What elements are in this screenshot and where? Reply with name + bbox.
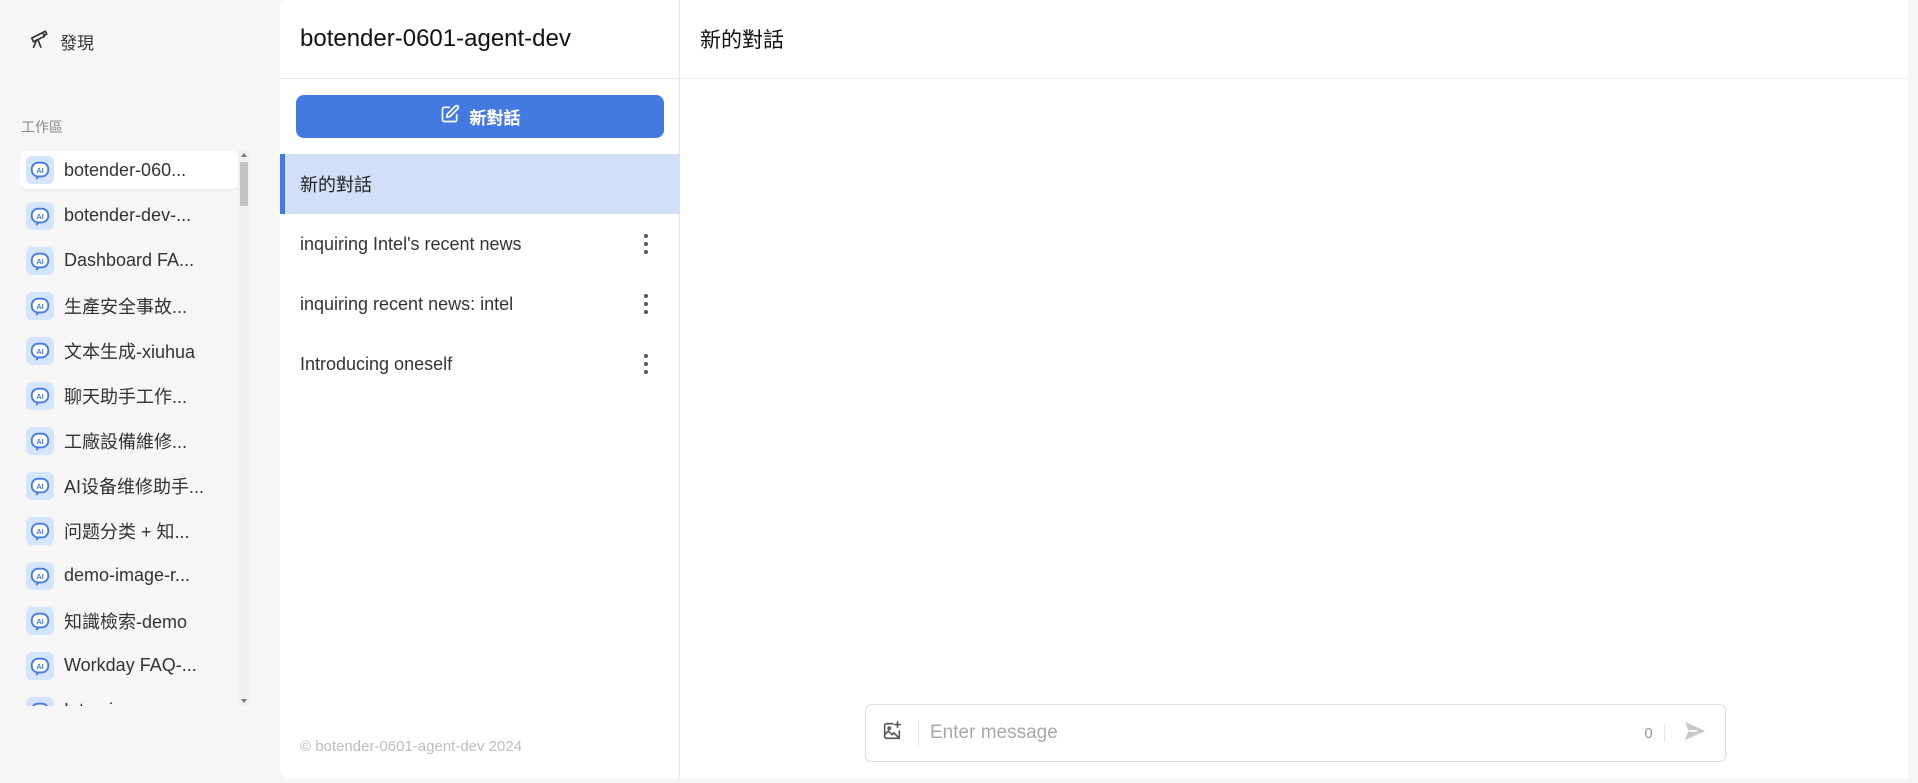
app-item[interactable]: AI Intervi... [20,688,238,706]
app-list: AI botender-060... AI botender-dev-... AI Das… [20,148,238,706]
ai-bot-icon: AI [26,696,54,706]
discover-label: 發現 [60,34,94,53]
conversation-title: inquiring recent news: intel [300,293,514,314]
conversation-list: 新的對話 inquiring Intel's recent news inquiri… [280,154,680,394]
app-item[interactable]: AI 文本生成-xiuhua [20,328,238,373]
send-button[interactable] [1665,718,1725,749]
app-name: 文本生成-xiuhua [64,341,196,362]
app-name: demo-image-r... [64,565,191,585]
svg-text:AI: AI [36,617,43,626]
ai-bot-icon: AI [26,336,54,365]
app-item[interactable]: AI AI设备维修助手... [20,463,238,508]
ai-bot-icon: AI [26,291,54,320]
edit-icon [440,104,460,129]
svg-text:AI: AI [36,257,43,266]
ai-bot-icon: AI [26,426,54,455]
app-name: 生產安全事故... [64,296,188,317]
chat-main: 新的對話 0 [680,0,1908,778]
conversation-item[interactable]: Introducing oneself [280,334,680,394]
app-name: 工廠設備維修... [64,431,188,452]
image-add-icon [881,720,903,747]
new-chat-label: 新對話 [469,109,521,128]
app-name: AI设备维修助手... [64,476,205,497]
ai-bot-icon: AI [26,381,54,410]
app-name: botender-dev-... [64,205,192,225]
scrollbar-thumb[interactable] [240,162,248,206]
ai-bot-icon: AI [26,156,54,184]
app-item[interactable]: AI Workday FAQ-... [20,643,238,688]
app-name: 知識檢索-demo [64,611,188,632]
message-input[interactable] [919,705,1633,761]
app-title: botender-0601-agent-dev [280,0,679,79]
more-options-icon[interactable] [636,349,656,379]
image-upload-button[interactable] [866,720,919,746]
svg-text:AI: AI [36,662,43,671]
ai-bot-icon: AI [26,201,54,230]
app-item[interactable]: AI 知識檢索-demo [20,598,238,643]
svg-text:AI: AI [36,212,43,221]
conversation-panel: botender-0601-agent-dev 新對話 新的對話 inquirin… [280,0,680,778]
app-item[interactable]: AI botender-dev-... [20,193,238,238]
svg-text:AI: AI [36,527,43,536]
sidebar: 發現 工作區 AI botender-060... AI botender-dev-.… [0,0,280,783]
ai-bot-icon: AI [26,246,54,275]
conversation-title: 新的對話 [300,175,372,195]
ai-bot-icon: AI [26,516,54,545]
telescope-icon [28,28,50,55]
app-name: botender-060... [64,159,187,180]
app-name: Dashboard FA... [64,250,195,270]
workspace-label: 工作區 [21,119,63,135]
footer-copyright: © botender-0601-agent-dev 2024 [300,738,523,755]
discover-link[interactable]: 發現 [28,28,94,55]
new-chat-button[interactable]: 新對話 [296,95,664,138]
conversation-item[interactable]: 新的對話 [280,154,680,214]
scroll-up-arrow[interactable] [241,153,247,157]
app-item[interactable]: AI 问题分类 + 知... [20,508,238,553]
more-options-icon[interactable] [636,289,656,319]
app-name: 聊天助手工作... [64,386,188,407]
message-composer: 0 [865,704,1726,762]
app-list-scrollbar[interactable] [238,150,250,706]
app-item[interactable]: AI 聊天助手工作... [20,373,238,418]
svg-text:AI: AI [36,572,43,581]
more-options-icon[interactable] [636,229,656,259]
ai-bot-icon: AI [26,471,54,500]
conversation-item[interactable]: inquiring Intel's recent news [280,214,680,274]
svg-text:AI: AI [36,347,43,356]
app-item[interactable]: AI Dashboard FA... [20,238,238,283]
conversation-title: inquiring Intel's recent news [300,233,522,254]
app-name: Workday FAQ-... [64,655,197,675]
ai-bot-icon: AI [26,561,54,590]
svg-text:AI: AI [36,392,43,401]
app-name: Intervi... [64,700,128,706]
app-name: 问题分类 + 知... [64,521,190,542]
app-item[interactable]: AI demo-image-r... [20,553,238,598]
window-edge [1908,0,1918,783]
conversation-item[interactable]: inquiring recent news: intel [280,274,680,334]
svg-text:AI: AI [36,437,43,446]
ai-bot-icon: AI [26,606,54,635]
ai-bot-icon: AI [26,651,54,680]
svg-text:AI: AI [36,166,43,175]
char-count: 0 [1633,724,1665,742]
app-item[interactable]: AI 工廠設備維修... [20,418,238,463]
scroll-down-arrow[interactable] [241,699,247,703]
conversation-title: Introducing oneself [300,353,453,374]
svg-text:AI: AI [36,482,43,491]
app-item[interactable]: AI 生產安全事故... [20,283,238,328]
chat-title: 新的對話 [680,0,1908,79]
svg-text:AI: AI [36,302,43,311]
send-icon [1682,718,1708,749]
app-item[interactable]: AI botender-060... [20,151,238,189]
